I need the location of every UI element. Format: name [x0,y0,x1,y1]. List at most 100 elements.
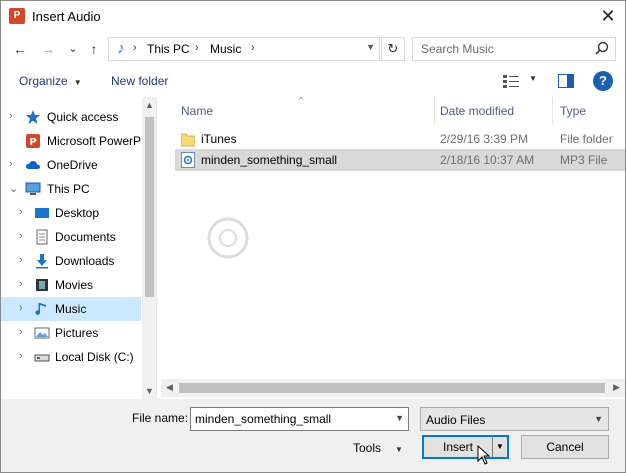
file-row[interactable]: minden_something_small 2/18/16 10:37 AM MP… [175,149,625,171]
nav-item-label: Music [55,302,87,316]
file-name-combobox[interactable]: ▼ [190,407,409,431]
organize-button[interactable]: Organize ▼ [19,74,82,88]
column-header-label: Name [181,104,214,118]
nav-item-label: Movies [55,278,94,292]
cloud-icon [25,157,41,173]
nav-item-downloads[interactable]: › Downloads [1,249,141,273]
chevron-right-icon[interactable]: › [9,158,13,170]
address-segment-this-pc[interactable]: This PC [147,42,190,56]
file-type-cell: MP3 File [560,153,608,167]
scrollbar-thumb[interactable] [179,383,605,393]
svg-text:P: P [29,137,36,148]
up-button[interactable]: ↑ [85,40,103,58]
nav-item-label: Local Disk (C:) [55,350,134,364]
nav-item-local-disk-c[interactable]: › Local Disk (C:) [1,345,141,369]
nav-item-label: OneDrive [47,158,98,172]
horizontal-scrollbar[interactable]: ◀ ▶ [161,379,625,397]
disk-icon [34,349,50,365]
search-icon[interactable] [595,41,609,55]
refresh-button[interactable]: ↻ [381,37,405,61]
chevron-right-icon[interactable]: › [19,230,23,242]
change-view-icon[interactable] [503,74,519,88]
column-header-type[interactable]: Type [553,97,625,125]
chevron-right-icon[interactable]: › [9,110,13,122]
dialog-title: Insert Audio [32,9,101,24]
music-icon [34,301,50,317]
chevron-right-icon[interactable]: › [19,302,23,314]
cancel-button[interactable]: Cancel [521,435,609,459]
search-input[interactable] [413,38,593,60]
view-dropdown-icon[interactable]: ▼ [529,74,537,83]
nav-item-onedrive[interactable]: › OneDrive [1,153,141,177]
insert-audio-dialog: P Insert Audio ✕ ← → ⌄ ↑ ♪ › This PC › M… [0,0,626,473]
powerpoint-icon: P [25,133,41,149]
navigation-bar: ← → ⌄ ↑ ♪ › This PC › Music › ▼ ↻ [1,32,625,66]
chevron-down-icon: ▼ [73,78,82,87]
file-row[interactable]: iTunes 2/29/16 3:39 PM File folder [175,128,625,150]
file-type-cell: File folder [560,132,613,146]
file-name-label: File name: [132,411,189,425]
scroll-right-icon[interactable]: ▶ [613,382,620,393]
address-dropdown-icon[interactable]: ▼ [366,42,375,52]
chevron-right-icon[interactable]: › [19,278,23,290]
command-toolbar: Organize ▼ New folder ▼ ? [1,68,625,96]
column-header-date[interactable]: Date modified [435,97,553,125]
chevron-right-icon[interactable]: › [19,350,23,362]
recent-locations-button[interactable]: ⌄ [64,40,82,58]
nav-item-quick-access[interactable]: › Quick access [1,105,141,129]
nav-item-desktop[interactable]: › Desktop [1,201,141,225]
column-header-name[interactable]: ^ Name [159,95,435,125]
navigation-pane: › Quick access P Microsoft PowerP › OneDrive ⌄… [1,97,157,399]
watermark-logo [207,217,249,259]
address-chevron-icon[interactable]: › [251,42,255,54]
downloads-icon [34,253,50,269]
nav-item-pictures[interactable]: › Pictures [1,321,141,345]
nav-item-documents[interactable]: › Documents [1,225,141,249]
address-chevron-icon[interactable]: › [133,42,137,54]
file-name-input[interactable] [191,408,386,430]
scroll-left-icon[interactable]: ◀ [166,382,173,393]
insert-split-button[interactable]: Insert ▼ [422,435,509,459]
tools-button[interactable]: Tools ▼ [353,441,403,455]
file-type-value: Audio Files [426,413,486,427]
nav-item-label: Quick access [47,110,119,124]
nav-item-movies[interactable]: › Movies [1,273,141,297]
nav-item-label: Microsoft PowerP [47,134,142,148]
nav-item-label: Pictures [55,326,99,340]
title-bar: P Insert Audio ✕ [1,1,625,32]
powerpoint-icon: P [9,8,25,24]
file-date-cell: 2/29/16 3:39 PM [440,132,529,146]
search-box[interactable] [412,37,616,61]
tools-label: Tools [353,441,382,455]
documents-icon [34,229,50,245]
chevron-right-icon[interactable]: › [19,206,23,218]
address-bar[interactable]: ♪ › This PC › Music › ▼ [108,37,380,61]
organize-label: Organize [19,74,68,88]
preview-pane-icon[interactable] [558,74,574,88]
scroll-down-icon[interactable]: ▼ [145,386,154,396]
column-header-label: Type [560,104,587,118]
nav-item-microsoft-powerp[interactable]: P Microsoft PowerP [1,129,141,153]
nav-item-label: Documents [55,230,116,244]
file-type-select[interactable]: Audio Files ▼ [420,407,609,431]
file-date-cell: 2/18/16 10:37 AM [440,153,535,167]
nav-item-music[interactable]: › Music [1,297,141,321]
chevron-down-icon[interactable]: ⌄ [9,182,18,195]
help-icon[interactable]: ? [593,71,613,91]
chevron-right-icon[interactable]: › [19,254,23,266]
address-chevron-icon[interactable]: › [195,42,199,54]
scrollbar-thumb[interactable] [145,117,154,297]
new-folder-button[interactable]: New folder [111,74,168,88]
address-segment-music[interactable]: Music [210,42,241,56]
chevron-down-icon: ▼ [594,414,603,424]
forward-button[interactable]: → [39,40,57,58]
nav-item-this-pc[interactable]: ⌄ This PC [1,177,141,201]
close-button[interactable]: ✕ [591,1,625,31]
chevron-right-icon[interactable]: › [19,326,23,338]
insert-options-dropdown[interactable]: ▼ [492,437,507,457]
navpane-scrollbar[interactable]: ▲ ▼ [142,97,156,399]
scroll-up-icon[interactable]: ▲ [145,100,154,110]
pictures-icon [34,325,50,341]
back-button[interactable]: ← [11,40,29,58]
chevron-down-icon[interactable]: ▼ [395,413,404,423]
